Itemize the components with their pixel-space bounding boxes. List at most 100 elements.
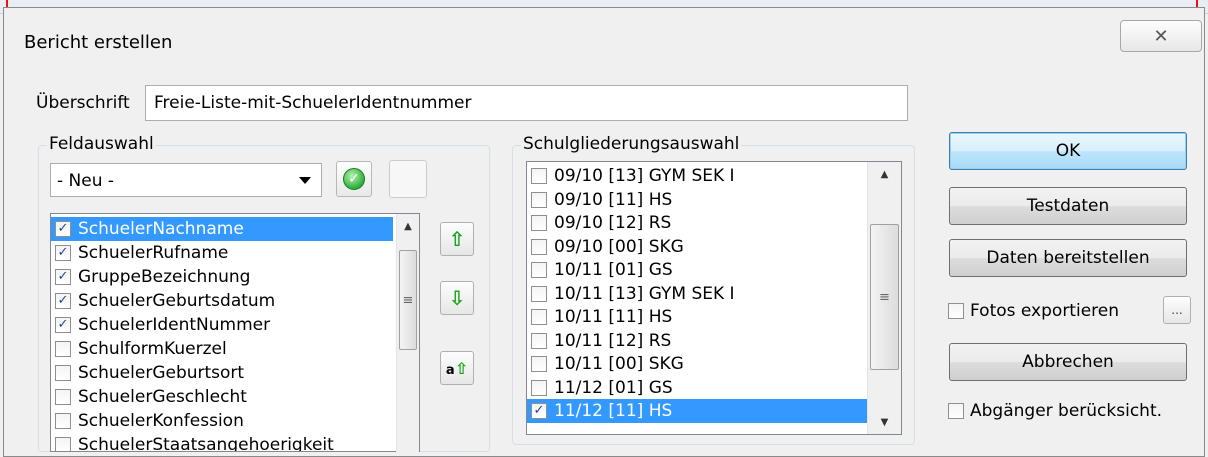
list-item-label: 09/10 [11] HS [554,189,673,210]
checkbox-box[interactable] [948,303,964,319]
list-item-label: SchuelerNachname [78,219,244,239]
checkbox-box[interactable] [531,238,547,255]
checkbox-box[interactable] [55,437,71,451]
list-item[interactable]: 10/11 [12] RS [527,329,867,353]
list-item-label: 09/10 [00] SKG [554,236,684,257]
list-item[interactable]: 09/10 [11] HS [527,188,867,212]
list-item[interactable]: 09/10 [00] SKG [527,235,867,259]
checkbox-box[interactable] [531,168,547,184]
list-item[interactable]: 10/11 [01] GS [527,258,867,282]
template-select-value: - Neu - [57,171,115,191]
list-item-label: 09/10 [12] RS [554,213,672,233]
list-item-label: GruppeBezeichnung [78,267,251,287]
scroll-down-icon[interactable]: ▼ [868,412,901,432]
list-item-label: 11/12 [11] HS [554,401,673,421]
list-item-label: SchuelerGeburtsort [78,363,245,383]
list-item[interactable]: SchuelerGeburtsort [51,361,393,385]
schulgliederung-legend: Schulgliederungsauswahl [521,134,742,154]
checkbox-box[interactable] [531,191,547,208]
ellipsis-button[interactable]: ... [1163,296,1191,324]
field-listbox[interactable]: ✓ SchuelerNachname ✓ SchuelerRufname ✓ Gruppe… [50,213,420,452]
up-arrow-icon: ⇧ [448,227,466,251]
checkbox-box[interactable] [55,389,71,405]
list-item[interactable]: ✓ GruppeBezeichnung [51,265,393,289]
list-item[interactable]: 10/11 [11] HS [527,305,867,329]
list-item[interactable]: 09/10 [13] GYM SEK I [527,164,867,188]
list-item[interactable]: SchulformKuerzel [51,337,393,361]
list-item-label: 10/11 [00] SKG [554,354,684,374]
move-down-button[interactable]: ⇩ [440,281,474,315]
list-item-label: 10/11 [13] GYM SEK I [554,283,735,304]
testdaten-button[interactable]: Testdaten [949,187,1187,225]
close-icon: ✕ [1153,25,1169,47]
list-item[interactable]: 10/11 [13] GYM SEK I [527,282,867,306]
checkbox-box[interactable] [531,332,547,349]
checkbox-box[interactable] [55,413,71,429]
list-item[interactable]: ✓ SchuelerNachname [51,217,393,241]
fotos-exportieren-checkbox[interactable]: Fotos exportieren [948,301,1119,321]
schulgliederung-listbox[interactable]: 09/10 [13] GYM SEK I 09/10 [11] HS 09/10 [… [526,161,902,435]
checkbox-box[interactable] [531,379,547,396]
list-item[interactable]: 10/11 [00] SKG [527,352,867,376]
fotos-exportieren-label: Fotos exportieren [970,301,1119,321]
checkbox-box[interactable] [531,262,547,278]
checkbox-box[interactable] [531,215,547,231]
list-item-label: 11/12 [01] GS [554,377,673,398]
list-item-label: 09/10 [13] GYM SEK I [554,166,735,186]
list-item-label: 10/11 [11] HS [554,307,673,327]
checkbox-box[interactable]: ✓ [531,403,547,419]
checkbox-box[interactable] [948,403,964,419]
empty-button[interactable] [389,160,427,198]
daten-bereitstellen-button[interactable]: Daten bereitstellen [949,239,1187,277]
list-item[interactable]: SchuelerGeschlecht [51,385,393,409]
list-item-label: 10/11 [12] RS [554,330,672,351]
list-item-label: SchuelerKonfession [78,411,244,431]
checkbox-box[interactable]: ✓ [55,269,71,285]
abgaenger-label: Abgänger berücksicht. [970,401,1163,421]
checkbox-box[interactable]: ✓ [55,221,71,237]
checkbox-box[interactable] [531,309,547,325]
abbrechen-button[interactable]: Abbrechen [949,343,1187,381]
list-item[interactable]: ✓ 11/12 [11] HS [527,399,867,423]
check-icon: ✓ [343,168,365,190]
feldauswahl-legend: Feldauswahl [47,134,156,154]
list-item-label: SchulformKuerzel [78,339,227,359]
title-label: Überschrift [36,93,130,113]
down-arrow-icon: ⇩ [448,286,466,310]
checkbox-box[interactable]: ✓ [55,293,71,309]
list-item-label: SchuelerGeschlecht [78,387,247,407]
checkbox-box[interactable]: ✓ [55,245,71,261]
abgaenger-checkbox[interactable]: Abgänger berücksicht. [948,401,1162,421]
scroll-thumb[interactable]: ≡ [399,250,417,350]
move-up-button[interactable]: ⇧ [440,222,474,256]
scroll-thumb[interactable]: ≡ [870,224,899,370]
list-item[interactable]: 11/12 [01] GS [527,376,867,400]
list-item[interactable]: 09/10 [12] RS [527,211,867,235]
list-item-label: SchuelerIdentNummer [78,315,271,335]
list-item[interactable]: ✓ SchuelerIdentNummer [51,313,393,337]
list-item-label: SchuelerRufname [78,243,229,263]
list-item[interactable]: SchuelerKonfession [51,409,393,433]
dialog-title: Bericht erstellen [24,32,173,53]
title-input[interactable] [145,85,908,121]
scroll-up-icon[interactable]: ▲ [868,164,901,184]
list-item[interactable]: ✓ SchuelerRufname [51,241,393,265]
checkbox-box[interactable] [531,285,547,302]
list-item-label: SchuelerStaatsangehoerigkeit [78,435,334,452]
list-item-label: SchuelerGeburtsdatum [78,291,276,311]
chevron-down-icon [299,177,311,184]
template-select[interactable]: - Neu - [50,163,322,197]
list-item[interactable]: SchuelerStaatsangehoerigkeit [51,433,393,452]
checkbox-box[interactable] [55,341,71,357]
apply-template-button[interactable]: ✓ [336,161,372,197]
checkbox-box[interactable] [531,356,547,372]
schulgliederung-scrollbar[interactable]: ▲ ≡ ▼ [867,162,901,434]
scroll-up-icon[interactable]: ▲ [397,216,419,236]
checkbox-box[interactable]: ✓ [55,317,71,333]
move-to-top-button[interactable]: a⇧ [440,351,474,385]
checkbox-box[interactable] [55,365,71,381]
field-list-scrollbar[interactable]: ▲ ≡ [396,214,419,452]
list-item[interactable]: ✓ SchuelerGeburtsdatum [51,289,393,313]
ok-button[interactable]: OK [949,132,1187,170]
close-button[interactable]: ✕ [1120,20,1202,52]
